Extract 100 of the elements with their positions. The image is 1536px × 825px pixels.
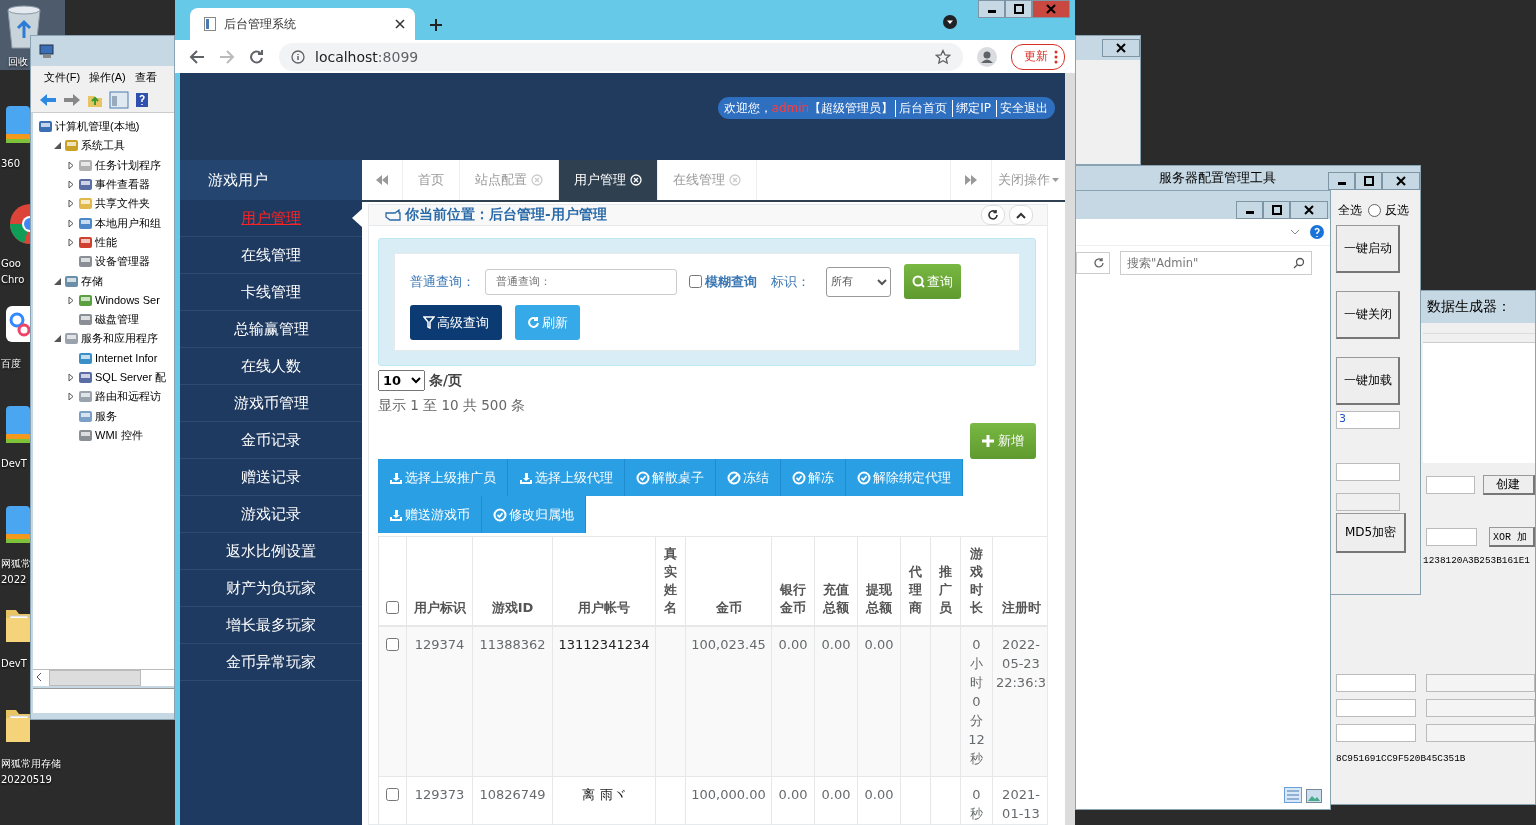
create-button[interactable]: 创建 [1482,475,1535,495]
text-field[interactable] [1426,528,1477,546]
text-field[interactable] [1425,699,1535,717]
radio-label[interactable]: 反选 [1385,202,1409,219]
desktop-icon-label[interactable]: Goo [0,256,21,272]
tree-item[interactable]: 共享文件夹 [95,196,150,212]
checkbox[interactable] [689,275,702,288]
collapsed-arrow-icon[interactable] [68,237,74,247]
radio-label[interactable]: 全选 [1338,202,1362,219]
sidebar-item[interactable]: 赠送记录 [180,459,362,496]
tree-item[interactable]: 设备管理器 [95,254,150,270]
collapse-panel-button[interactable] [1009,205,1033,225]
sidebar-item[interactable]: 卡线管理 [180,274,362,311]
bookmark-star-icon[interactable] [935,48,951,65]
collapsed-arrow-icon[interactable] [68,180,74,190]
text-field[interactable] [1425,674,1535,692]
tree-item[interactable]: 磁盘管理 [95,312,139,328]
tree-item[interactable]: 系统工具 [81,138,125,154]
reload-panel-button[interactable] [981,205,1005,225]
tree-item[interactable]: 计算机管理(本地) [55,119,140,135]
help-icon[interactable] [1310,225,1324,239]
minimize-button[interactable] [1236,201,1263,219]
browser-tab[interactable]: 后台管理系统 [190,8,415,40]
sidebar-item[interactable]: 增长最多玩家 [180,607,362,644]
tree-item[interactable]: 本地用户和组 [95,215,161,231]
page-tab[interactable]: 用户管理 [559,160,658,200]
address-bar[interactable]: localhost:8099 [279,42,963,71]
row-checkbox[interactable] [386,788,399,801]
row-checkbox[interactable] [386,638,399,651]
collapsed-arrow-icon[interactable] [68,373,74,382]
header-link[interactable]: 安全退出 [996,99,1051,117]
sidebar-item[interactable]: 返水比例设置 [180,533,362,570]
desktop-icon-label[interactable]: DevT [0,656,27,672]
collapsed-arrow-icon[interactable] [68,160,74,170]
advanced-search-button[interactable]: 高级查询 [410,305,502,340]
maximize-button[interactable] [1355,172,1382,190]
desktop-icon-label[interactable]: 网狐常 [0,556,31,572]
tab-search-icon[interactable] [942,14,958,30]
desktop-icon-label[interactable]: 20220519 [0,772,52,788]
minimize-button[interactable] [978,0,1005,18]
action-button[interactable]: 一键启动 [1336,225,1400,273]
text-field[interactable]: 3 [1336,411,1400,429]
refresh-button[interactable] [1076,252,1110,274]
thumbnail-view-icon[interactable] [1306,789,1322,803]
tree-item[interactable]: 服务 [95,408,117,424]
tree-item[interactable]: 路由和远程访 [95,389,161,405]
text-field[interactable] [1425,724,1535,742]
sidebar-item[interactable]: 游戏币管理 [180,385,362,422]
tab-close-icon[interactable] [395,19,405,29]
menu-item[interactable]: 操作(A) [89,69,126,85]
close-button[interactable] [1382,172,1420,190]
tree-item[interactable]: 性能 [95,234,117,250]
desktop-icon-label[interactable]: 百度 [0,356,21,372]
sidebar-item[interactable]: 总输赢管理 [180,311,362,348]
sidebar-item[interactable]: 金币记录 [180,422,362,459]
maximize-button[interactable] [1263,201,1290,219]
action-button[interactable]: 一键关闭 [1336,291,1400,339]
tree-item[interactable]: 事件查看器 [95,177,150,193]
header-link[interactable]: 绑定IP [952,99,994,117]
desktop-icon-label[interactable]: 2022 [0,572,27,588]
close-button[interactable] [1032,0,1070,18]
help-icon[interactable] [135,92,149,108]
tree-item[interactable]: WMI 控件 [95,427,143,443]
tree-item[interactable]: SQL Server 配 [95,370,167,385]
collapsed-arrow-icon[interactable] [68,218,74,228]
desktop-icon-label[interactable]: 360 [0,156,21,172]
expanded-arrow-icon[interactable] [53,277,61,285]
close-button[interactable] [1290,201,1328,219]
collapsed-arrow-icon[interactable] [68,199,74,209]
page-size-select[interactable]: 10 [378,370,425,391]
text-field[interactable] [1336,493,1400,511]
collapsed-arrow-icon[interactable] [68,295,74,305]
dropdown-chevron-icon[interactable] [1290,228,1300,236]
profile-icon[interactable] [977,46,997,67]
new-tab-icon[interactable] [429,18,443,32]
forward-arrow-icon[interactable] [63,93,81,107]
scrollbar[interactable] [1065,73,1075,825]
expanded-arrow-icon[interactable] [53,142,61,150]
back-arrow-icon[interactable] [39,93,57,107]
back-icon[interactable] [189,48,205,65]
collapsed-arrow-icon[interactable] [68,392,74,402]
menu-item[interactable]: 查看 [134,69,157,85]
xor-button[interactable]: XOR 加 [1489,527,1535,547]
tree-item[interactable]: 服务和应用程序 [81,331,158,347]
desktop-icon-label[interactable]: 网狐常用存储 [0,756,61,772]
search-field[interactable]: 普通查询： [485,268,677,295]
menu-item[interactable]: 文件(F) [44,69,81,85]
text-field[interactable] [1336,699,1416,717]
md5-button[interactable]: MD5加密 [1336,513,1406,553]
desktop-icon-label[interactable]: Chro [0,272,25,288]
expanded-arrow-icon[interactable] [53,335,61,343]
desktop-icon-label[interactable]: 回收 [7,54,28,70]
close-button[interactable] [1102,39,1140,57]
sidebar-item[interactable]: 金币异常玩家 [180,644,362,681]
tree-item[interactable]: 存储 [81,273,103,289]
maximize-button[interactable] [1005,0,1032,18]
tree-item[interactable]: Windows Ser [95,294,160,307]
header-link[interactable]: 后台首页 [895,99,951,117]
text-field[interactable] [1336,463,1400,481]
tree-item[interactable]: 任务计划程序 [95,157,161,173]
